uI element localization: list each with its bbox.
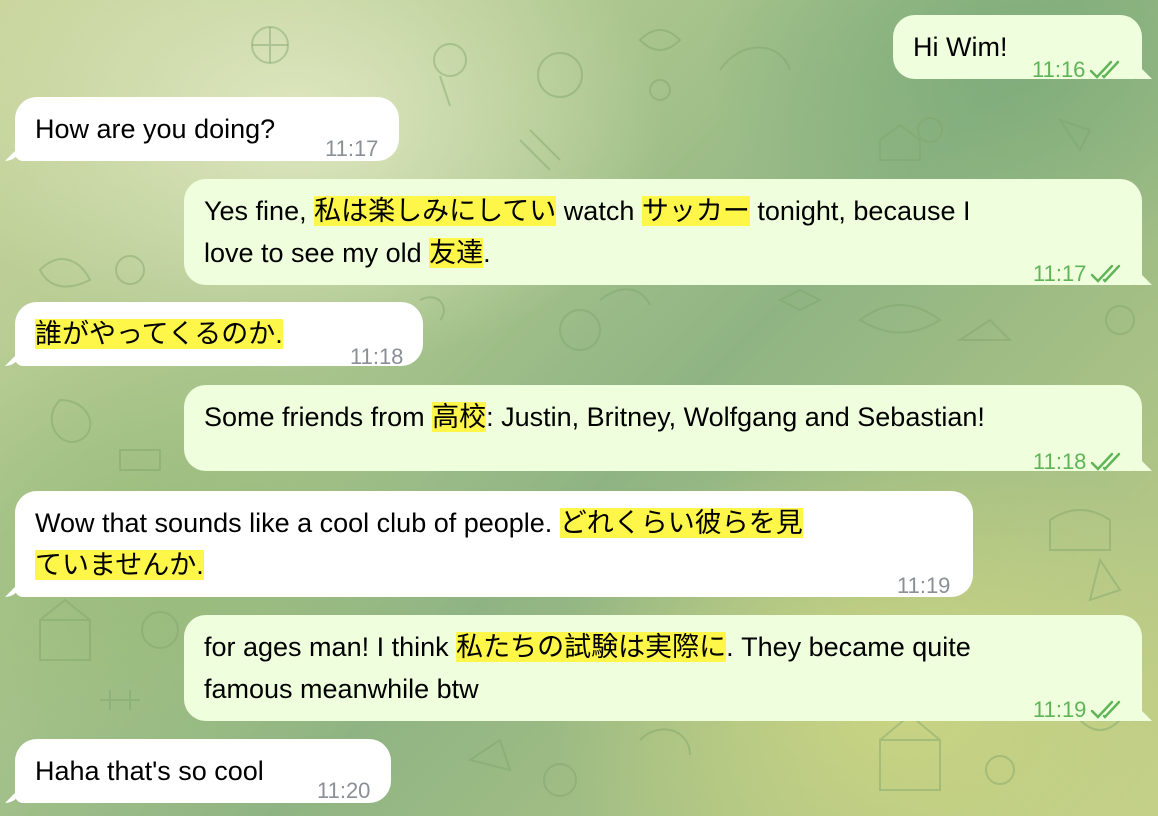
message-bubble-outgoing[interactable]: for ages man! I think 私たちの試験は実際に. They b… [184, 615, 1142, 722]
message-bubble-outgoing[interactable]: Hi Wim! 11:16 [893, 15, 1142, 82]
double-check-icon [1091, 700, 1121, 719]
text-segment: . They became quite [726, 632, 971, 662]
double-check-icon [1090, 60, 1120, 79]
message-meta: 11:20 [317, 770, 370, 812]
text-segment: famous meanwhile btw [204, 674, 479, 704]
message-line: Haha that's so cool [35, 750, 264, 792]
highlighted-text: サッカー [641, 196, 750, 226]
text-segment: Yes fine, [204, 196, 315, 226]
message-line: 誰がやってくるのか. [35, 313, 283, 355]
text-segment: . [483, 238, 491, 268]
message-line: famous meanwhile btw [204, 668, 971, 710]
text-segment: Some friends from [204, 402, 433, 432]
text-segment: How are you doing? [35, 114, 276, 144]
message-line: love to see my old 友達. [204, 232, 971, 274]
message-bubble-incoming[interactable]: 誰がやってくるのか. 11:18 [15, 302, 423, 369]
message-meta: 11:19 [1033, 689, 1126, 731]
message-meta: 11:18 [350, 336, 403, 378]
message-time: 11:17 [1033, 261, 1087, 286]
text-segment: Haha that's so cool [35, 756, 264, 786]
text-segment: : Justin, Britney, Wolfgang and Sebastia… [486, 402, 985, 432]
message-text: for ages man! I think 私たちの試験は実際に. They b… [204, 626, 971, 710]
text-segment: Wow that sounds like a cool club of peop… [35, 508, 560, 538]
message-text: How are you doing? [35, 108, 275, 150]
message-text: Wow that sounds like a cool club of peop… [35, 502, 803, 586]
message-bubble-outgoing[interactable]: Some friends from 高校: Justin, Britney, W… [184, 385, 1142, 474]
message-time: 11:16 [1032, 57, 1086, 82]
highlighted-text: 私たちの試験は実際に [456, 632, 727, 662]
text-segment: for ages man! I think [204, 632, 457, 662]
message-time: 11:20 [317, 778, 371, 803]
message-line: ていませんか. [35, 544, 803, 586]
message-time: 11:18 [1033, 449, 1087, 474]
message-line: for ages man! I think 私たちの試験は実際に. They b… [204, 626, 971, 668]
message-time: 11:19 [1033, 697, 1087, 722]
highlighted-text: どれくらい彼らを見 [559, 508, 803, 538]
message-bubble-outgoing[interactable]: Yes fine, 私は楽しみにしてい watch サッカー tonight, … [184, 179, 1142, 286]
highlighted-text: 私は楽しみにしてい [314, 196, 557, 226]
message-bubble-incoming[interactable]: Wow that sounds like a cool club of peop… [15, 491, 973, 598]
message-bubble-incoming[interactable]: Haha that's so cool 11:20 [15, 739, 391, 803]
message-line: How are you doing? [35, 108, 275, 150]
message-text: 誰がやってくるのか. [35, 313, 283, 355]
message-line: Some friends from 高校: Justin, Britney, W… [204, 396, 985, 438]
message-text: Some friends from 高校: Justin, Britney, W… [204, 396, 985, 438]
message-bubble-incoming[interactable]: How are you doing? 11:17 [15, 97, 399, 161]
highlighted-text: ていませんか. [35, 550, 204, 580]
double-check-icon [1091, 452, 1121, 471]
text-segment: tonight, because I [749, 196, 971, 226]
text-segment: Hi Wim! [913, 32, 1008, 62]
text-segment: love to see my old [204, 238, 430, 268]
message-meta: 11:17 [1033, 253, 1126, 295]
message-meta: 11:16 [1032, 49, 1125, 91]
highlighted-text: 高校 [432, 402, 487, 432]
highlighted-text: 友達 [429, 238, 484, 268]
message-time: 11:19 [897, 573, 951, 598]
message-text: Haha that's so cool [35, 750, 264, 792]
message-line: Yes fine, 私は楽しみにしてい watch サッカー tonight, … [204, 190, 971, 232]
message-text: Yes fine, 私は楽しみにしてい watch サッカー tonight, … [204, 190, 971, 274]
message-meta: 11:19 [897, 565, 950, 607]
message-time: 11:18 [350, 344, 404, 369]
message-line: Hi Wim! [913, 26, 1007, 68]
message-meta: 11:17 [325, 128, 378, 170]
message-meta: 11:18 [1033, 441, 1126, 483]
message-time: 11:17 [325, 136, 379, 161]
highlighted-text: 誰がやってくるのか. [35, 319, 283, 349]
double-check-icon [1091, 264, 1121, 283]
message-text: Hi Wim! [913, 26, 1007, 68]
message-line: Wow that sounds like a cool club of peop… [35, 502, 803, 544]
text-segment: watch [556, 196, 642, 226]
